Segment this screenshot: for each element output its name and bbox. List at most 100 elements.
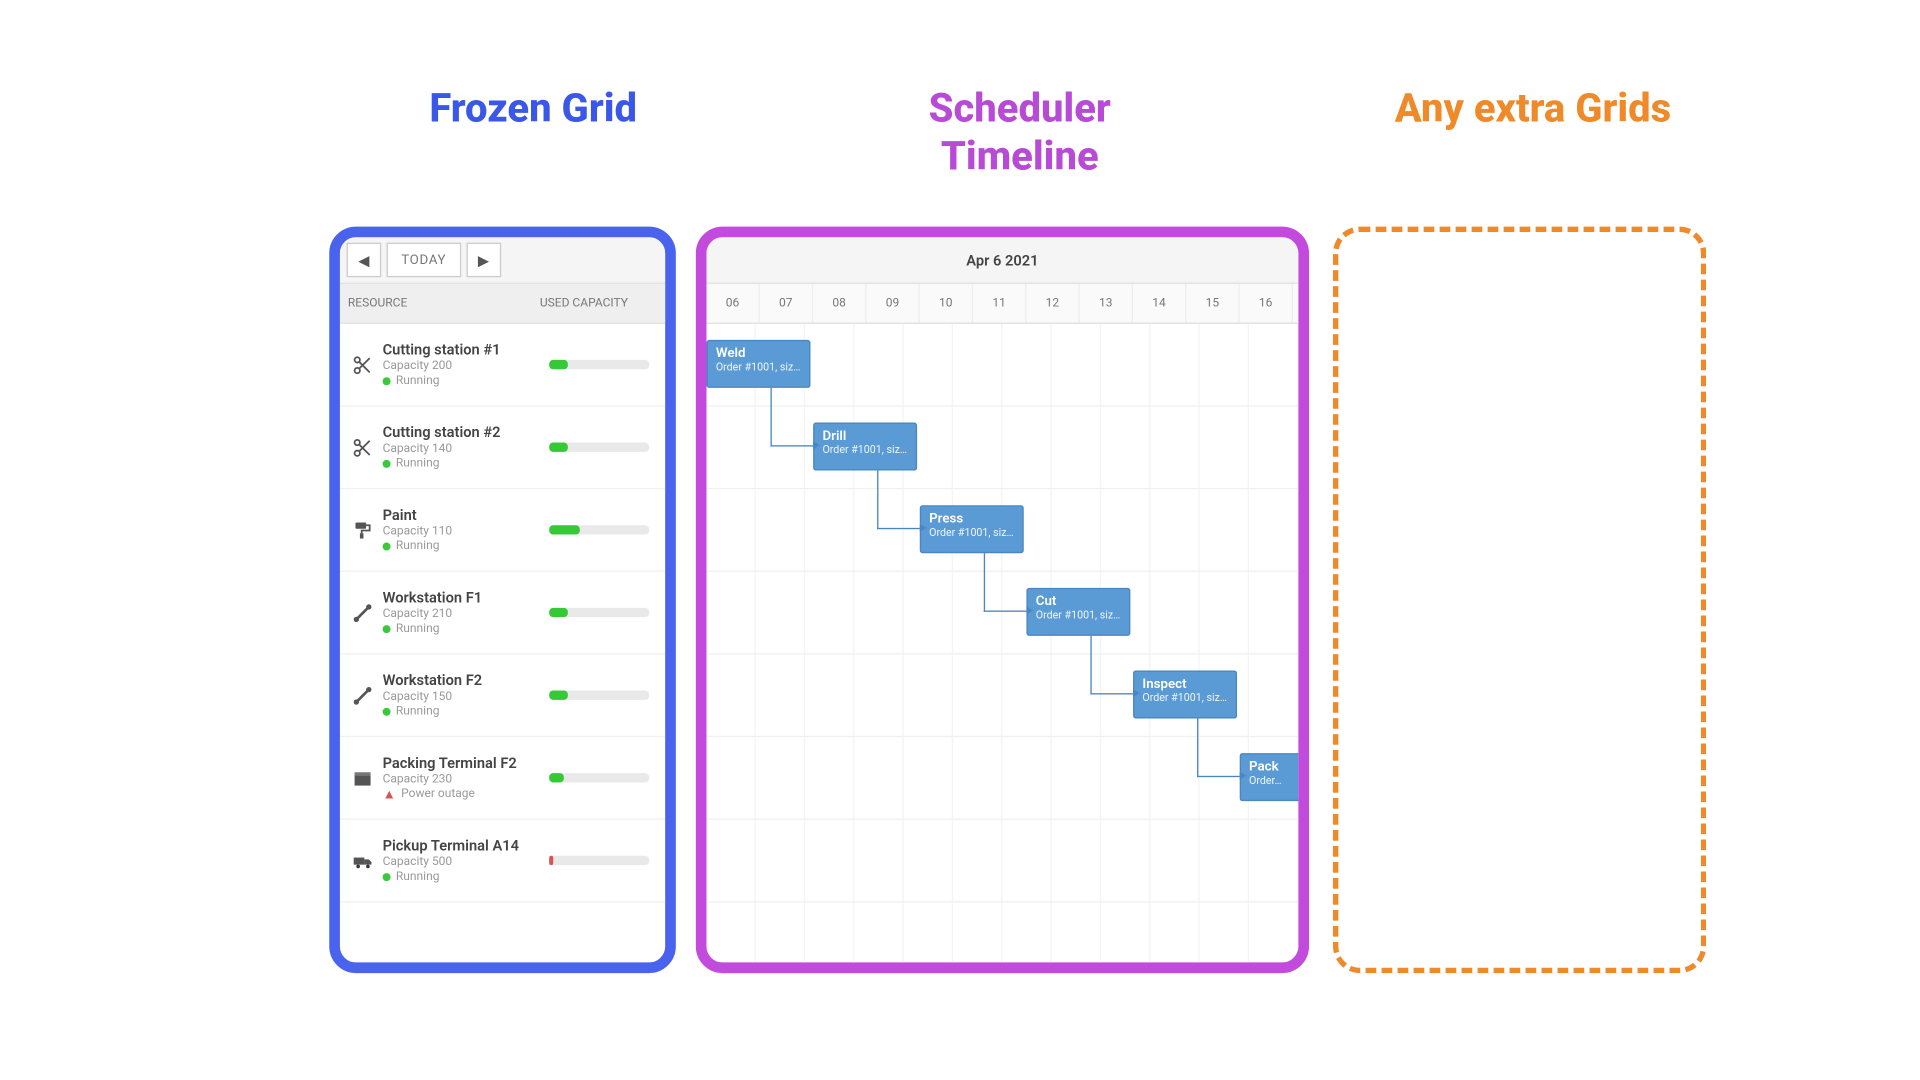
scissors-icon [348,354,377,375]
section-label-frozen: Frozen Grid [400,85,667,133]
capacity-bar [549,773,649,782]
task-block[interactable]: DrillOrder #1001, size:… [813,423,917,471]
status-dot-icon [383,625,391,633]
capacity-bar [549,443,649,452]
frozen-toolbar: ◀ TODAY ▶ [340,237,665,284]
task-title: Pack [1249,760,1309,775]
resource-row[interactable]: Cutting station #2 Capacity 140Running [340,407,665,490]
hour-cell: 10 [920,284,973,323]
resource-status-text: Running [396,540,440,553]
resource-name: Workstation F2 [383,672,550,689]
task-block[interactable]: PackOrder… [1240,753,1309,801]
hour-cell: 07 [760,284,813,323]
resource-row[interactable]: Workstation F1 Capacity 210 Running [340,572,665,655]
resource-name: Paint [383,507,550,524]
resource-status: ▲ Power outage [383,787,550,802]
timeline-row[interactable] [706,572,1298,655]
status-dot-icon [383,543,391,551]
prev-button[interactable]: ◀ [347,243,382,278]
task-block[interactable]: WeldOrder #1001, size:… [706,340,810,388]
status-dot-icon [383,873,391,881]
frozen-header: RESOURCE USED CAPACITY [340,284,665,324]
resource-status-text: Running [396,375,440,388]
timeline-date: Apr 6 2021 [706,237,1298,284]
section-label-scheduler: Scheduler Timeline [853,85,1186,181]
hour-cell: 15 [1186,284,1239,323]
next-button[interactable]: ▶ [466,243,501,278]
col-header-capacity: USED CAPACITY [540,297,665,310]
box-icon [348,767,377,788]
task-block[interactable]: CutOrder #1001, size:… [1026,588,1130,636]
resource-name: Cutting station #1 [383,341,550,358]
resource-name: Cutting station #2 [383,424,550,441]
section-label-extra: Any extra Grids [1373,85,1693,133]
paint-icon [348,519,377,540]
timeline-body[interactable]: WeldOrder #1001, size:…DrillOrder #1001,… [706,324,1298,963]
scissors-icon [348,437,377,458]
timeline-hours-header: 0607080910111213141516 [706,284,1298,324]
task-subtitle: Order #1001, size:… [1036,609,1121,621]
hour-cell: 11 [973,284,1026,323]
chevron-left-icon: ◀ [358,251,369,268]
resource-status-text: Running [396,457,440,470]
timeline-row[interactable] [706,820,1298,903]
task-subtitle: Order #1001, size:… [822,444,907,456]
resource-row[interactable]: Workstation F2Capacity 150 Running [340,655,665,738]
resource-capacity-label: Capacity 200 [383,360,550,373]
task-title: Cut [1036,595,1121,610]
status-dot-icon [383,377,391,385]
task-title: Inspect [1142,677,1227,692]
timeline-row[interactable] [706,737,1298,820]
resource-status: Running [383,623,550,636]
col-header-resource: RESOURCE [340,297,540,310]
resource-name: Workstation F1 [383,589,550,606]
task-subtitle: Order… [1249,774,1309,786]
hour-cell: 08 [813,284,866,323]
status-dot-icon [383,460,391,468]
hour-cell: 16 [1240,284,1293,323]
resource-status: Running [383,375,550,388]
resource-capacity-label: Capacity 210 [383,608,550,621]
frozen-grid-panel: ◀ TODAY ▶ RESOURCE USED CAPACITY Cutting… [329,227,676,973]
resource-row[interactable]: Cutting station #1 Capacity 200 Running [340,324,665,407]
resource-capacity-label: Capacity 150 [383,690,550,703]
task-title: Drill [822,429,907,444]
capacity-bar [549,856,649,865]
hour-cell: 13 [1080,284,1133,323]
hour-cell: 09 [866,284,919,323]
capacity-bar [549,690,649,699]
resource-row[interactable]: PaintCapacity 110 Running [340,489,665,572]
resource-row[interactable]: Packing Terminal F2Capacity 230 ▲ Power ou… [340,737,665,820]
resource-status: Running [383,540,550,553]
chevron-right-icon: ▶ [478,251,489,268]
today-button[interactable]: TODAY [387,243,461,278]
timeline-row[interactable] [706,407,1298,490]
resource-capacity-label: Capacity 500 [383,856,550,869]
resource-capacity-label: Capacity 140 [383,443,550,456]
resource-status-text: Running [396,870,440,883]
task-subtitle: Order #1001, size:… [929,527,1014,539]
resource-name: Packing Terminal F2 [383,754,550,771]
resource-status-text: Running [396,705,440,718]
warning-icon: ▲ [383,787,396,802]
capacity-bar [549,360,649,369]
truck-icon [348,850,377,871]
task-title: Press [929,512,1014,527]
resource-status: Running [383,705,550,718]
task-subtitle: Order #1001, size:… [1142,692,1227,704]
resource-status-text: Power outage [401,788,475,801]
tools-icon [348,602,377,623]
hour-cell: 12 [1026,284,1079,323]
resource-status: Running [383,457,550,470]
resource-capacity-label: Capacity 110 [383,525,550,538]
timeline-panel: Apr 6 2021 0607080910111213141516 WeldOr… [696,227,1309,973]
tools-icon [348,684,377,705]
task-subtitle: Order #1001, size:… [716,361,801,373]
capacity-bar [549,608,649,617]
resource-status-text: Running [396,623,440,636]
resource-capacity-label: Capacity 230 [383,772,550,785]
task-block[interactable]: PressOrder #1001, size:… [920,505,1024,553]
resource-row[interactable]: Pickup Terminal A14Capacity 500Running [340,820,665,903]
task-title: Weld [716,347,801,362]
task-block[interactable]: InspectOrder #1001, size:… [1133,670,1237,718]
